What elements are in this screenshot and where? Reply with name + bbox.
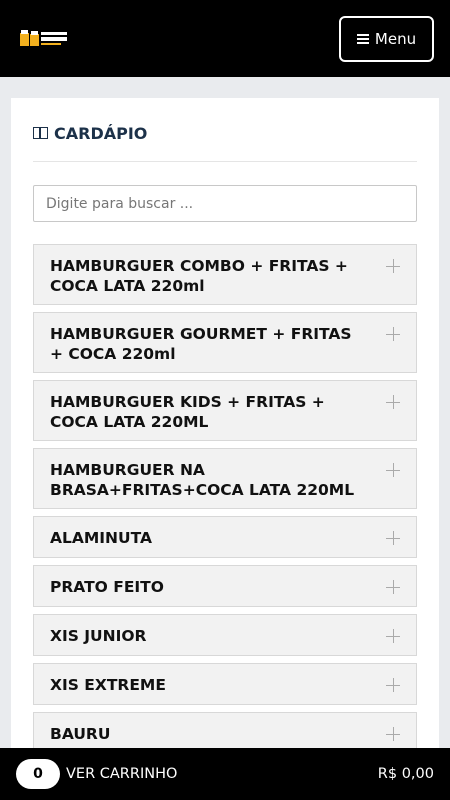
plus-icon[interactable] xyxy=(386,463,400,477)
plus-icon[interactable] xyxy=(386,327,400,341)
plus-icon[interactable] xyxy=(386,259,400,273)
plus-icon[interactable] xyxy=(386,531,400,545)
menu-item-label: XIS EXTREME xyxy=(50,676,166,694)
menu-item-hamburguer-combo[interactable]: HAMBURGUER COMBO + FRITAS + COCA LATA 22… xyxy=(33,244,417,305)
cart-bar[interactable]: 0 VER CARRINHO R$ 0,00 xyxy=(0,748,450,800)
hamburger-icon xyxy=(356,34,369,44)
menu-item-xis-junior[interactable]: XIS JUNIOR xyxy=(33,614,417,656)
menu-item-prato-feito[interactable]: PRATO FEITO xyxy=(33,565,417,607)
plus-icon[interactable] xyxy=(386,580,400,594)
menu-panel: CARDÁPIO HAMBURGUER COMBO + FRITAS + COC… xyxy=(11,98,439,758)
menu-item-label: XIS JUNIOR xyxy=(50,627,147,645)
section-title-text: CARDÁPIO xyxy=(54,123,148,143)
menu-button-label: Menu xyxy=(374,30,417,48)
menu-item-label: HAMBURGUER KIDS + FRITAS + COCA LATA 220… xyxy=(50,393,325,431)
menu-item-label: HAMBURGUER GOURMET + FRITAS + COCA 220ml xyxy=(50,325,352,363)
menu-list: HAMBURGUER COMBO + FRITAS + COCA LATA 22… xyxy=(33,244,417,761)
plus-icon[interactable] xyxy=(386,678,400,692)
plus-icon[interactable] xyxy=(386,727,400,741)
menu-button[interactable]: Menu xyxy=(339,16,434,62)
book-icon xyxy=(33,127,48,139)
section-title: CARDÁPIO xyxy=(33,122,147,144)
brand-logo[interactable] xyxy=(18,28,70,50)
cart-count-badge: 0 xyxy=(16,759,60,789)
divider xyxy=(33,161,417,162)
menu-item-alaminuta[interactable]: ALAMINUTA xyxy=(33,516,417,558)
menu-item-label: HAMBURGUER NA BRASA+FRITAS+COCA LATA 220… xyxy=(50,461,355,499)
menu-item-hamburguer-na-brasa[interactable]: HAMBURGUER NA BRASA+FRITAS+COCA LATA 220… xyxy=(33,448,417,509)
search-input[interactable] xyxy=(33,185,417,222)
menu-item-xis-extreme[interactable]: XIS EXTREME xyxy=(33,663,417,705)
menu-item-hamburguer-gourmet[interactable]: HAMBURGUER GOURMET + FRITAS + COCA 220ml xyxy=(33,312,417,373)
cart-total: R$ 0,00 xyxy=(377,766,434,782)
menu-item-hamburguer-kids[interactable]: HAMBURGUER KIDS + FRITAS + COCA LATA 220… xyxy=(33,380,417,441)
menu-item-label: ALAMINUTA xyxy=(50,529,152,547)
top-bar: Menu xyxy=(0,0,450,77)
plus-icon[interactable] xyxy=(386,395,400,409)
plus-icon[interactable] xyxy=(386,629,400,643)
menu-item-label: BAURU xyxy=(50,725,111,743)
menu-item-label: HAMBURGUER COMBO + FRITAS + COCA LATA 22… xyxy=(50,257,348,295)
view-cart-link[interactable]: VER CARRINHO xyxy=(66,766,177,782)
menu-item-label: PRATO FEITO xyxy=(50,578,164,596)
